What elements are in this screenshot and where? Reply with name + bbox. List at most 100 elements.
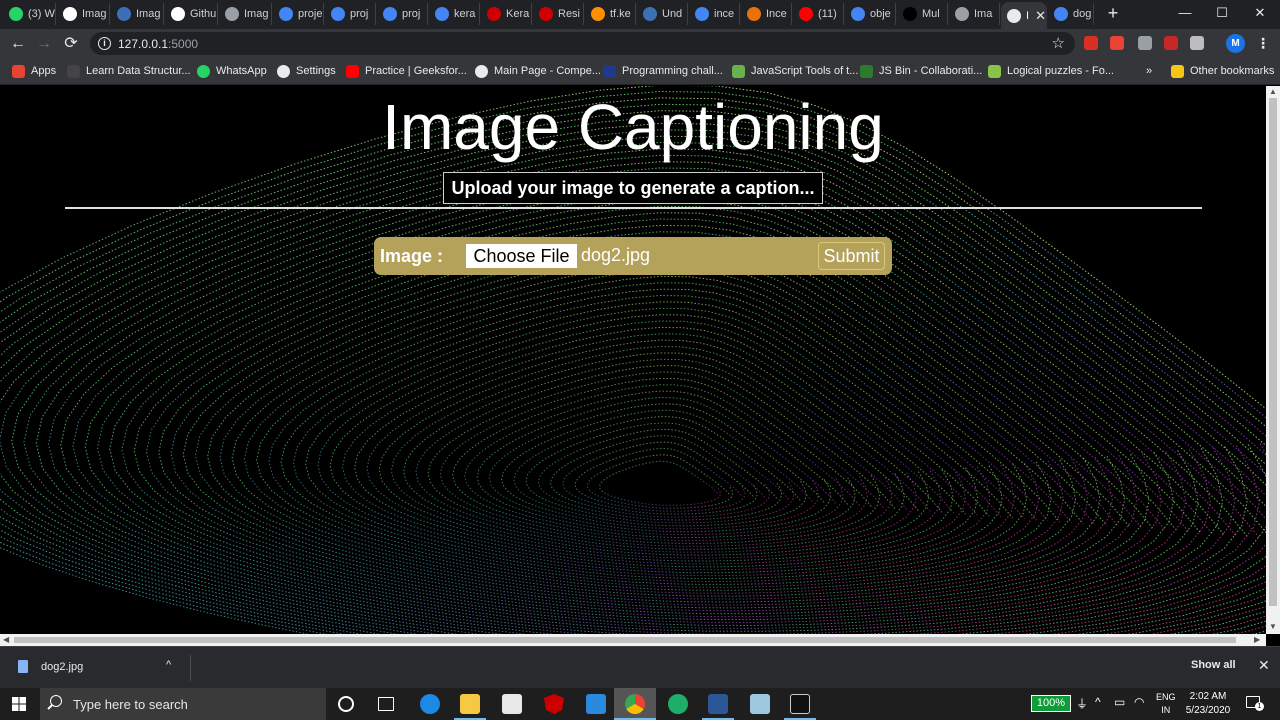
maximize-button[interactable]: ☐ xyxy=(1202,4,1242,22)
edge-icon[interactable] xyxy=(420,694,440,714)
extension-puzzle-icon[interactable] xyxy=(1110,36,1124,50)
site-info-icon[interactable]: i xyxy=(98,37,111,50)
horizontal-scrollbar[interactable]: ◀ ▶ xyxy=(0,634,1266,646)
bookmark-star-icon[interactable]: ☆ xyxy=(1052,34,1065,52)
battery-indicator[interactable]: 100% xyxy=(1031,695,1071,712)
browser-tab[interactable]: proj xyxy=(325,3,376,25)
bookmarks-overflow-icon[interactable]: » xyxy=(1146,64,1152,78)
bookmark-item[interactable]: Practice | Geeksfor... xyxy=(346,64,467,78)
reload-button[interactable]: ⟳ xyxy=(61,34,81,54)
bookmark-item[interactable]: Programming chall... xyxy=(603,64,723,78)
browser-tab[interactable]: kera xyxy=(429,3,480,25)
power-plug-icon[interactable]: ⏚ xyxy=(1076,695,1088,712)
mcafee-icon[interactable] xyxy=(544,694,564,714)
browser-tab[interactable]: I ✕ xyxy=(1001,2,1047,29)
scroll-right-icon[interactable]: ▶ xyxy=(1254,635,1260,644)
back-button[interactable]: ← xyxy=(8,34,28,54)
extension-pocket-icon[interactable] xyxy=(1084,36,1098,50)
browser-tab[interactable]: Githu xyxy=(165,3,218,25)
browser-tab[interactable]: Resi xyxy=(533,3,584,25)
browser-tab[interactable]: Ima xyxy=(949,3,1000,25)
bookmark-item[interactable]: Settings xyxy=(277,64,336,78)
browser-tab[interactable]: tf.ke xyxy=(585,3,636,25)
store-icon[interactable] xyxy=(502,694,522,714)
bookmark-item[interactable]: Logical puzzles - Fo... xyxy=(988,64,1114,78)
bookmark-item[interactable]: JavaScript Tools of t... xyxy=(732,64,858,78)
bookmark-label: Learn Data Structur... xyxy=(86,65,191,77)
browser-tab[interactable]: Imag xyxy=(219,3,272,25)
close-shelf-icon[interactable]: ✕ xyxy=(1258,657,1270,674)
browser-tab[interactable]: obje xyxy=(845,3,896,25)
wifi-icon[interactable]: ◠ xyxy=(1134,695,1144,709)
browser-tab[interactable]: proj xyxy=(377,3,428,25)
submit-button[interactable]: Submit xyxy=(818,242,885,270)
google-icon xyxy=(695,7,709,21)
browser-menu-icon[interactable]: ⋮ xyxy=(1256,35,1270,52)
browser-tab[interactable]: Imag xyxy=(57,3,110,25)
bookmark-item[interactable]: Learn Data Structur... xyxy=(67,64,191,78)
k-icon xyxy=(539,7,553,21)
chevron-up-tray-icon[interactable]: ^ xyxy=(1095,695,1101,709)
browser-tab[interactable]: Und xyxy=(637,3,688,25)
file-explorer-icon[interactable] xyxy=(460,694,480,714)
cortana-icon[interactable] xyxy=(338,696,354,712)
scroll-left-icon[interactable]: ◀ xyxy=(3,635,9,644)
browser-tab[interactable]: (3) W xyxy=(3,3,56,25)
new-tab-button[interactable]: + xyxy=(1104,4,1122,22)
battery-tray-icon[interactable]: ▭ xyxy=(1114,695,1125,709)
jsbin-icon xyxy=(860,64,873,78)
bookmark-label: Main Page - Compe... xyxy=(494,65,601,77)
url-host: 127.0.0.1 xyxy=(118,37,169,51)
download-item[interactable]: dog2.jpg ^ xyxy=(8,655,191,681)
forward-button[interactable]: → xyxy=(34,34,54,54)
show-all-downloads-button[interactable]: Show all xyxy=(1191,659,1236,671)
horizontal-scroll-thumb[interactable] xyxy=(14,637,1236,643)
chevron-up-icon[interactable]: ^ xyxy=(166,659,171,671)
extension-red-icon[interactable] xyxy=(1164,36,1178,50)
scroll-up-icon[interactable]: ▲ xyxy=(1269,87,1277,96)
art-contour-line xyxy=(452,384,868,542)
tds-icon xyxy=(643,7,657,21)
art-contour-line xyxy=(513,416,807,527)
bookmark-item[interactable]: Main Page - Compe... xyxy=(475,64,601,78)
browser-tab[interactable]: proje xyxy=(273,3,324,25)
browser-tab[interactable]: ince xyxy=(689,3,740,25)
scroll-down-icon[interactable]: ▼ xyxy=(1269,622,1277,631)
taskbar-search-box[interactable]: Type here to search xyxy=(40,688,326,720)
browser-tab[interactable]: (11) xyxy=(793,3,844,25)
bookmark-item[interactable]: Apps xyxy=(12,64,56,78)
youtube-icon xyxy=(346,64,359,78)
extension-pen-icon[interactable] xyxy=(1190,36,1204,50)
minimize-button[interactable]: — xyxy=(1165,4,1205,22)
extension-k-icon[interactable] xyxy=(1138,36,1152,50)
notes-icon[interactable] xyxy=(750,694,770,714)
word-icon[interactable] xyxy=(708,694,728,714)
gear-icon xyxy=(277,64,290,78)
browser-tab[interactable]: Ince xyxy=(741,3,792,25)
choose-file-button[interactable]: Choose File xyxy=(466,244,577,268)
anaconda-icon[interactable] xyxy=(668,694,688,714)
language-indicator[interactable]: ENG IN xyxy=(1156,691,1176,717)
browser-tab[interactable]: dog xyxy=(1048,3,1094,25)
bookmark-item[interactable]: WhatsApp xyxy=(197,64,267,78)
profile-avatar[interactable]: M xyxy=(1226,34,1245,53)
vertical-scrollbar[interactable]: ▲ ▼ xyxy=(1266,86,1280,634)
windows-start-icon[interactable] xyxy=(12,697,26,711)
other-bookmarks-folder[interactable]: Other bookmarks xyxy=(1171,64,1274,78)
url-text[interactable]: 127.0.0.1:5000 xyxy=(118,37,198,51)
art-contour-line xyxy=(574,448,746,512)
mail-icon[interactable] xyxy=(586,694,606,714)
browser-tab[interactable]: Mul xyxy=(897,3,948,25)
vertical-scroll-thumb[interactable] xyxy=(1269,98,1277,606)
clock-time: 2:02 AM xyxy=(1189,691,1227,702)
close-tab-icon[interactable]: ✕ xyxy=(1035,8,1046,24)
close-window-button[interactable]: ✕ xyxy=(1240,4,1280,22)
task-view-icon[interactable] xyxy=(378,697,394,711)
address-bar[interactable]: i 127.0.0.1:5000 ☆ xyxy=(90,32,1075,55)
bookmark-item[interactable]: JS Bin - Collaborati... xyxy=(860,64,982,78)
browser-tab[interactable]: Imag xyxy=(111,3,164,25)
browser-tab[interactable]: Kera xyxy=(481,3,532,25)
clock[interactable]: 2:02 AM 5/23/2020 xyxy=(1185,690,1231,718)
terminal-icon[interactable] xyxy=(790,694,810,714)
chrome-icon[interactable] xyxy=(625,694,645,714)
